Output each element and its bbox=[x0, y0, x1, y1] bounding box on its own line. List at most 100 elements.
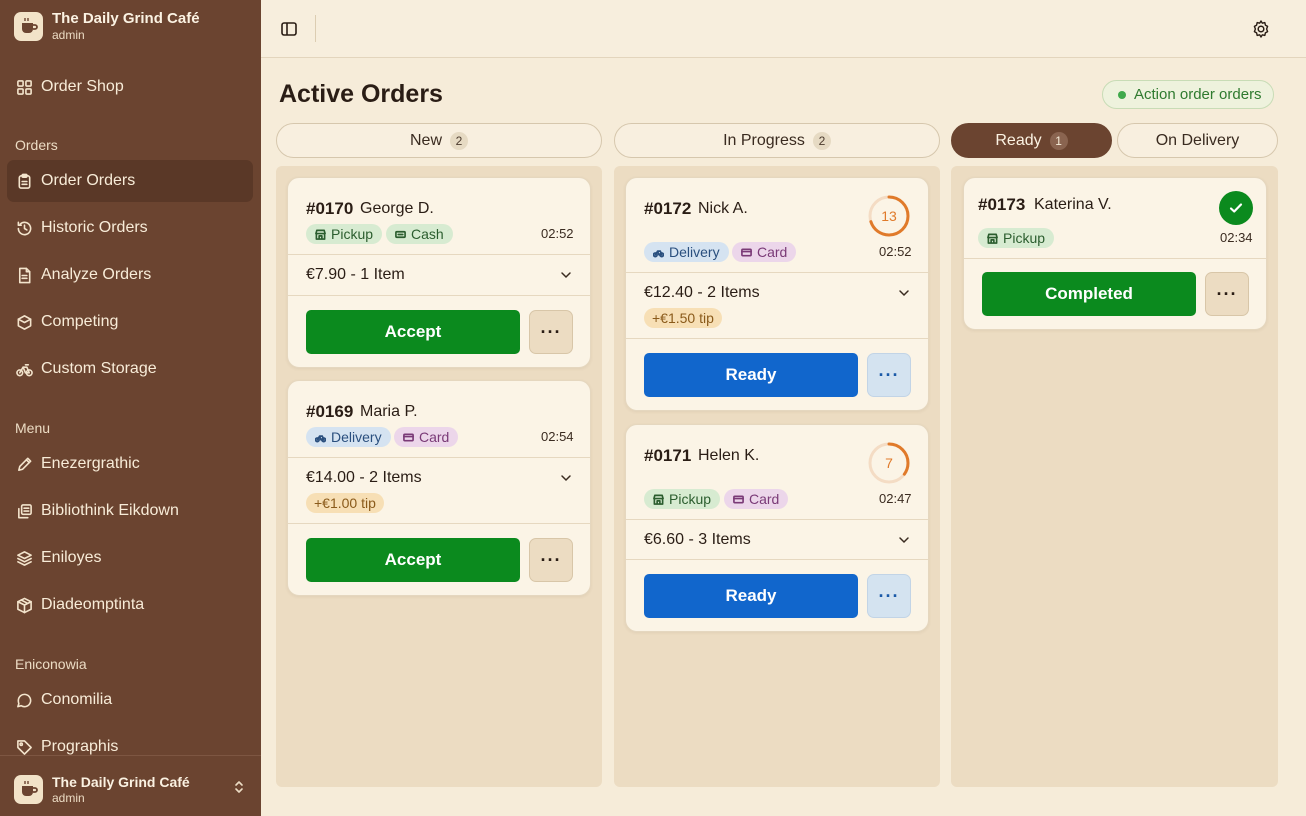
customer-name: Helen K. bbox=[698, 447, 760, 464]
sidebar-item-bibliothink-eikdown[interactable]: Bibliothink Eikdown bbox=[7, 490, 253, 532]
sidebar: The Daily Grind Café admin Order Shop Or… bbox=[0, 0, 261, 816]
brand-role: admin bbox=[52, 28, 85, 42]
brand-name: The Daily Grind Café bbox=[52, 10, 200, 27]
sidebar-item-label: Order Shop bbox=[41, 78, 124, 95]
tab-on-delivery[interactable]: On Delivery bbox=[1117, 123, 1278, 158]
sidebar-item-label: Diadeomptinta bbox=[41, 596, 145, 613]
ready-button[interactable]: Ready bbox=[644, 353, 858, 397]
delivery-badge: Delivery bbox=[306, 427, 391, 447]
ready-button[interactable]: Ready bbox=[644, 574, 858, 618]
tab-count: 2 bbox=[812, 131, 831, 150]
order-card-0171: #0171 Helen K. 7 Pickup Card 02:47 €6.60… bbox=[625, 424, 929, 632]
divider bbox=[626, 338, 928, 339]
tab-in-progress[interactable]: In Progress 2 bbox=[614, 123, 940, 158]
sidebar-item-eniloyes[interactable]: Eniloyes bbox=[7, 537, 253, 579]
bike-icon bbox=[16, 363, 33, 376]
sidebar-item-label: Historic Orders bbox=[41, 219, 148, 236]
footer-brand-name: The Daily Grind Café bbox=[52, 774, 190, 790]
divider bbox=[626, 272, 928, 273]
bike-icon bbox=[653, 249, 664, 257]
status-badge[interactable]: Action order orders bbox=[1102, 80, 1274, 109]
accept-button[interactable]: Accept bbox=[306, 310, 520, 354]
section-menu: Menu bbox=[15, 420, 51, 436]
tab-label: Ready bbox=[995, 131, 1042, 149]
sidebar-item-enezergrathic[interactable]: Enezergrathic bbox=[7, 443, 253, 485]
card-badge: Card bbox=[732, 242, 797, 262]
sidebar-item-label: Conomilia bbox=[41, 691, 113, 708]
more-options-button[interactable]: ··· bbox=[529, 538, 573, 582]
chevron-down-icon[interactable] bbox=[560, 474, 572, 482]
package-icon bbox=[17, 597, 32, 613]
sidebar-item-conomilia[interactable]: Conomilia bbox=[7, 679, 253, 721]
order-id: #0172 bbox=[644, 199, 692, 218]
chevron-down-icon[interactable] bbox=[898, 289, 910, 297]
order-card-0172: #0172 Nick A. 13 Delivery Card 02:52 €12… bbox=[625, 177, 929, 411]
footer-brand-role: admin bbox=[52, 791, 85, 805]
sidebar-item-diadeomptinta[interactable]: Diadeomptinta bbox=[7, 584, 253, 626]
sidebar-item-label: Bibliothink Eikdown bbox=[41, 502, 179, 519]
credit-card-icon bbox=[403, 432, 414, 442]
tag-icon bbox=[17, 739, 32, 755]
document-icon bbox=[18, 267, 31, 283]
sidebar-item-custom-storage[interactable]: Custom Storage bbox=[7, 348, 253, 390]
pickup-badge: Pickup bbox=[306, 224, 383, 244]
chat-icon bbox=[17, 693, 32, 707]
hexagon-icon bbox=[17, 314, 32, 330]
tab-new[interactable]: New 2 bbox=[276, 123, 602, 158]
order-card-0170: #0170 George D. Pickup Cash 02:52 €7.90 … bbox=[287, 177, 591, 368]
section-orders: Orders bbox=[15, 137, 58, 153]
tip-badge: +€1.50 tip bbox=[644, 308, 722, 328]
timer-value: 13 bbox=[881, 208, 897, 224]
divider bbox=[626, 519, 928, 520]
sidebar-item-analyze-orders[interactable]: Analyze Orders bbox=[7, 254, 253, 296]
order-id: #0171 bbox=[644, 446, 692, 465]
bike-icon bbox=[315, 434, 326, 442]
order-summary: €7.90 - 1 Item bbox=[306, 266, 405, 283]
order-time: 02:34 bbox=[1220, 230, 1253, 245]
card-badge: Card bbox=[724, 489, 789, 509]
page-title: Active Orders bbox=[279, 80, 443, 108]
tab-count: 2 bbox=[450, 131, 468, 150]
sidebar-item-competing[interactable]: Competing bbox=[7, 301, 253, 343]
more-options-button[interactable]: ··· bbox=[529, 310, 573, 354]
sidebar-item-order-orders[interactable]: Order Orders bbox=[7, 160, 253, 202]
gear-icon[interactable] bbox=[1251, 19, 1271, 39]
sidebar-item-historic-orders[interactable]: Historic Orders bbox=[7, 207, 253, 249]
credit-card-icon bbox=[733, 494, 744, 504]
sidebar-item-label: Analyze Orders bbox=[41, 266, 152, 283]
account-switcher[interactable]: The Daily Grind Café admin bbox=[0, 755, 261, 816]
history-icon bbox=[17, 221, 32, 235]
status-dot-icon bbox=[1118, 90, 1126, 99]
chevron-up-down-icon bbox=[235, 781, 243, 793]
store-icon bbox=[315, 229, 326, 240]
chevron-down-icon[interactable] bbox=[560, 271, 572, 279]
topbar bbox=[261, 0, 1306, 58]
sidebar-item-order-shop[interactable]: Order Shop bbox=[7, 66, 253, 108]
tab-label: New bbox=[409, 131, 442, 149]
order-summary: €6.60 - 3 Items bbox=[644, 531, 751, 548]
chevron-down-icon[interactable] bbox=[898, 536, 910, 544]
order-time: 02:52 bbox=[879, 244, 912, 259]
divider bbox=[964, 258, 1266, 259]
sidebar-item-label: Prographis bbox=[41, 738, 119, 755]
more-options-button[interactable]: ··· bbox=[1205, 272, 1249, 316]
completed-button[interactable]: Completed bbox=[982, 272, 1196, 316]
pickup-badge: Pickup bbox=[978, 228, 1055, 248]
sidebar-toggle-icon[interactable] bbox=[279, 19, 299, 39]
more-options-button[interactable]: ··· bbox=[867, 353, 911, 397]
prep-timer: 7 bbox=[867, 441, 911, 485]
order-card-0173: #0173 Katerina V. Pickup 02:34 Completed… bbox=[963, 177, 1267, 330]
prep-timer: 13 bbox=[867, 194, 911, 238]
more-options-button[interactable]: ··· bbox=[867, 574, 911, 618]
tip-badge: +€1.00 tip bbox=[306, 493, 384, 513]
brand[interactable]: The Daily Grind Café admin bbox=[14, 10, 200, 42]
coffee-cup-icon bbox=[14, 774, 43, 804]
section-eniconowia: Eniconowia bbox=[15, 656, 87, 672]
order-time: 02:52 bbox=[541, 226, 574, 241]
order-summary: €14.00 - 2 Items bbox=[306, 469, 422, 486]
order-id: #0170 bbox=[306, 199, 354, 218]
divider bbox=[626, 559, 928, 560]
delivery-badge: Delivery bbox=[644, 242, 729, 262]
tab-ready[interactable]: Ready 1 bbox=[951, 123, 1112, 158]
accept-button[interactable]: Accept bbox=[306, 538, 520, 582]
